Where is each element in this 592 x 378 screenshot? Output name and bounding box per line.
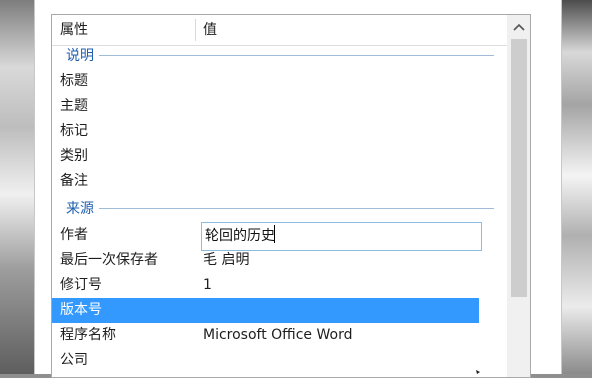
property-value[interactable] [203,144,493,169]
property-row-revision-number[interactable]: 修订号 1 [52,273,507,298]
property-value[interactable]: 毛 启明 [203,248,493,273]
scroll-up-button[interactable] [507,15,530,39]
scrollbar-thumb[interactable] [511,39,527,297]
column-separator[interactable] [195,19,196,41]
property-label: 主题 [60,98,88,114]
vertical-scrollbar[interactable] [507,15,530,377]
property-value[interactable] [203,298,493,323]
author-input-text: 轮回的历史 [205,228,275,244]
property-row-program-name[interactable]: 程序名称 Microsoft Office Word [52,323,507,348]
group-title: 说明 [66,48,94,64]
property-row-version-number[interactable]: 版本号 [52,298,479,323]
property-value[interactable]: 1 [203,273,493,298]
property-column-header[interactable]: 属性 [60,15,195,45]
group-description: 说明 [52,44,507,68]
mouse-cursor-icon [476,370,480,374]
properties-dialog: 属性 值 说明 标题 主题 标记 类别 备注 来源 作者 轮回的历史 最后一次保… [34,0,562,378]
grid-header: 属性 值 [52,15,507,46]
property-row-title[interactable]: 标题 [52,69,507,94]
property-row-tags[interactable]: 标记 [52,119,507,144]
property-row-company[interactable]: 公司 [52,348,507,373]
property-label: 备注 [60,173,88,189]
property-label: 程序名称 [60,327,116,343]
background-right [560,0,592,374]
text-caret [274,225,275,243]
background-left [0,0,34,374]
property-row-last-saved-by[interactable]: 最后一次保存者 毛 启明 [52,248,507,273]
chevron-up-icon [512,23,525,31]
group-title: 来源 [66,201,94,217]
property-label: 作者 [60,227,88,243]
value-column-header[interactable]: 值 [203,15,493,45]
author-input[interactable]: 轮回的历史 [201,222,482,251]
property-value[interactable]: Microsoft Office Word [203,323,493,348]
property-value[interactable] [203,348,493,373]
property-label: 版本号 [60,302,102,318]
property-row-author[interactable]: 作者 轮回的历史 [52,222,507,251]
property-label: 修订号 [60,277,102,293]
property-label: 标题 [60,73,88,89]
property-row-category[interactable]: 类别 [52,144,507,169]
property-row-comments[interactable]: 备注 [52,169,507,194]
property-label: 类别 [60,148,88,164]
property-label: 公司 [60,352,88,368]
property-value[interactable] [203,94,493,119]
group-divider [99,208,494,209]
properties-grid: 属性 值 说明 标题 主题 标记 类别 备注 来源 作者 轮回的历史 最后一次保… [51,14,531,378]
property-label: 最后一次保存者 [60,252,158,268]
group-divider [99,55,494,56]
group-origin: 来源 [52,197,507,221]
property-row-subject[interactable]: 主题 [52,94,507,119]
property-value[interactable] [203,119,493,144]
property-label: 标记 [60,123,88,139]
property-value[interactable] [203,169,493,194]
property-value[interactable] [203,69,493,94]
